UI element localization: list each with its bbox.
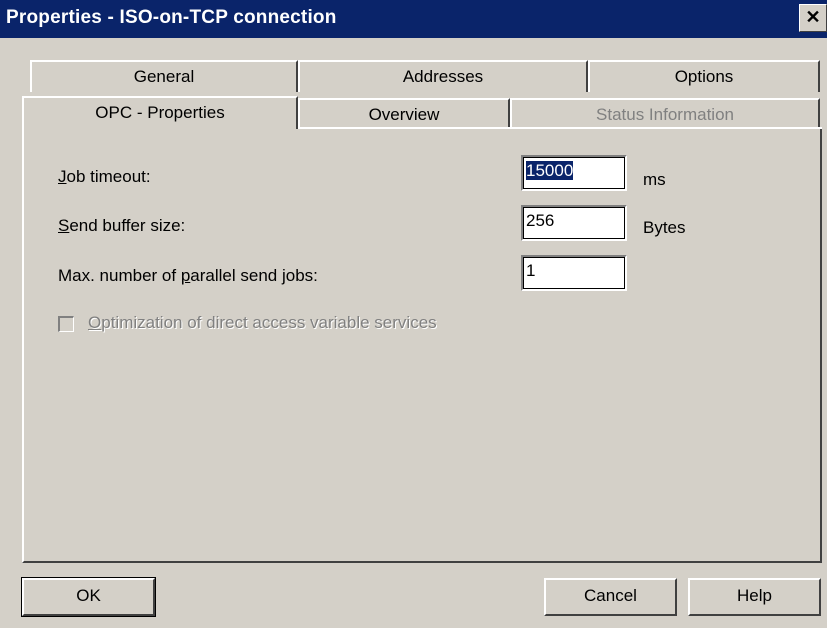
job-timeout-label-text: ob timeout:: [66, 167, 151, 186]
parallel-jobs-input[interactable]: 1: [521, 255, 627, 291]
parallel-jobs-value: 1: [526, 261, 536, 280]
tab-status-information-label: Status Information: [596, 105, 734, 124]
tab-options[interactable]: Options: [588, 60, 820, 92]
tab-general[interactable]: General: [30, 60, 298, 92]
parallel-jobs-label: Max. number of parallel send jobs:: [58, 266, 318, 286]
send-buffer-unit: Bytes: [643, 218, 686, 237]
window-title: Properties - ISO-on-TCP connection: [6, 7, 337, 28]
title-bar[interactable]: Properties - ISO-on-TCP connection ✕: [0, 0, 827, 38]
tab-panel: [22, 127, 822, 563]
send-buffer-accel: S: [58, 216, 70, 235]
parallel-jobs-label-text: arallel send jobs:: [190, 266, 318, 285]
job-timeout-value: 15000: [526, 161, 574, 180]
tab-general-label: General: [133, 67, 195, 86]
tab-opc-properties-label: OPC - Properties: [95, 103, 225, 122]
job-timeout-input[interactable]: 15000: [521, 155, 627, 191]
send-buffer-label: Send buffer size:: [58, 216, 185, 236]
ok-button[interactable]: OK: [21, 577, 156, 617]
tab-status-information: Status Information: [510, 98, 820, 128]
optimization-label: Optimization of direct access variable s…: [88, 313, 437, 333]
tab-addresses[interactable]: Addresses: [298, 60, 588, 92]
job-timeout-accel: J: [58, 167, 67, 186]
optimization-checkbox: [58, 316, 74, 332]
tab-overview[interactable]: Overview: [298, 98, 510, 128]
optimization-label-text: ptimization of direct access variable se…: [101, 313, 437, 332]
tab-overview-label: Overview: [368, 105, 440, 124]
panel-top-edge: [298, 127, 822, 129]
optimization-accel: O: [88, 313, 102, 332]
close-button[interactable]: ✕: [799, 4, 827, 32]
job-timeout-unit: ms: [643, 170, 666, 189]
send-buffer-value: 256: [526, 211, 555, 230]
job-timeout-label: Job timeout:: [58, 167, 151, 187]
properties-dialog: Properties - ISO-on-TCP connection ✕ Gen…: [0, 0, 827, 628]
tab-addresses-label: Addresses: [402, 67, 484, 86]
tab-options-label: Options: [674, 67, 734, 86]
tab-opc-properties[interactable]: OPC - Properties: [22, 96, 298, 129]
send-buffer-input[interactable]: 256: [521, 205, 627, 241]
cancel-button[interactable]: Cancel: [544, 578, 677, 616]
parallel-jobs-accel: p: [180, 266, 191, 285]
help-button[interactable]: Help: [688, 578, 821, 616]
send-buffer-label-text: end buffer size:: [69, 216, 186, 235]
parallel-jobs-label-pre: Max. number of: [58, 266, 181, 285]
